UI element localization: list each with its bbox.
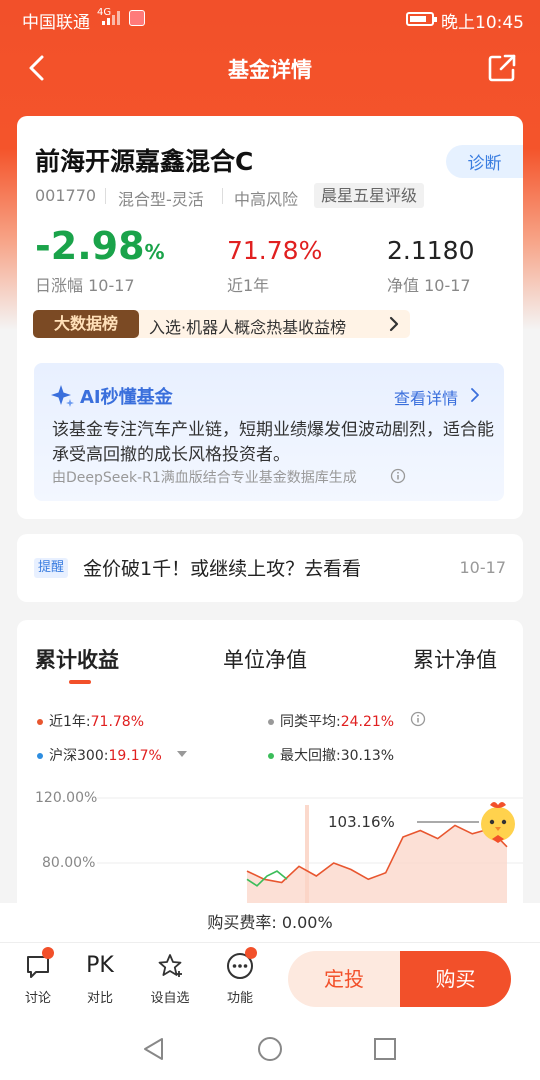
ai-source: 由DeepSeek-R1满血版结合专业基金数据库生成 <box>52 470 357 486</box>
tab-cumulative-nav[interactable]: 累计净值 <box>413 644 497 674</box>
star-plus-icon <box>158 954 182 977</box>
back-triangle-icon[interactable] <box>141 1036 167 1062</box>
legend-fund-label: 近1年: <box>49 714 91 730</box>
app-header: 基金详情 <box>0 40 540 96</box>
legend-drawdown-value: 30.13% <box>340 748 395 764</box>
pk-icon: PK <box>86 953 114 978</box>
sparkle-icon <box>51 385 74 407</box>
daily-change-label: 日涨幅 10-17 <box>35 276 135 295</box>
peak-label: 103.16% <box>328 813 395 831</box>
ai-title: AI秒懂基金 <box>80 387 173 408</box>
caret-down-icon[interactable] <box>177 751 187 757</box>
clock: 晚上10:45 <box>441 13 524 33</box>
legend-dot <box>268 753 274 759</box>
risk-level: 中高风险 <box>234 190 299 209</box>
active-tab-indicator <box>69 680 91 684</box>
ai-summary-box[interactable]: AI秒懂基金 查看详情 该基金专注汽车产业链，短期业绩爆发但波动剧烈，适合能承受… <box>34 363 504 501</box>
mascot-chick-icon[interactable] <box>472 795 524 847</box>
compare-label: 对比 <box>86 991 113 1006</box>
daily-change-unit: % <box>144 240 165 264</box>
fund-summary-card: 前海开源嘉鑫混合C 诊断 001770 混合型-灵活 中高风险 晨星五星评级 -… <box>17 116 523 519</box>
legend-drawdown-label: 最大回撤: <box>280 748 341 764</box>
auto-invest-button[interactable]: 定投 <box>288 951 400 1007</box>
info-icon[interactable] <box>410 711 426 727</box>
year-return-label: 近1年 <box>227 276 270 295</box>
rank-text: 入选·机器人概念热基收益榜 <box>149 318 347 337</box>
notice-badge: 提醒 <box>34 558 69 578</box>
notification-icon <box>129 10 145 26</box>
add-watchlist-button[interactable]: 设自选 <box>140 951 200 1006</box>
home-circle-icon[interactable] <box>257 1036 283 1062</box>
add-watchlist-label: 设自选 <box>150 991 190 1006</box>
notice-card[interactable]: 提醒 金价破1千！或继续上攻？去看看 10-17 <box>17 534 523 602</box>
fund-type: 混合型-灵活 <box>118 190 204 209</box>
y-tick-label: 120.00% <box>35 790 98 806</box>
fund-name: 前海开源嘉鑫混合C <box>35 147 254 176</box>
chevron-right-icon <box>389 316 399 332</box>
tab-unit-nav[interactable]: 单位净值 <box>223 644 307 674</box>
carrier-name: 中国联通 <box>22 13 90 33</box>
ai-more-link[interactable]: 查看详情 <box>394 385 458 409</box>
compare-button[interactable]: PK 对比 <box>70 951 130 1006</box>
performance-chart-card: 累计收益 单位净值 累计净值 近1年:71.78% 同类平均:24.21% 沪深… <box>17 620 523 920</box>
big-data-rank-tag: 大数据榜 <box>33 310 139 338</box>
recents-square-icon[interactable] <box>372 1036 398 1062</box>
nav-value: 2.1180 <box>387 236 475 265</box>
legend-dot <box>37 753 43 759</box>
status-bar: 中国联通 4G 晚上10:45 <box>0 0 540 38</box>
legend-fund: 近1年:71.78% <box>37 711 144 731</box>
daily-change-value: -2.98 <box>35 224 145 268</box>
performance-chart[interactable] <box>97 790 523 920</box>
unread-dot <box>245 947 257 959</box>
diagnose-button[interactable]: 诊断 <box>446 145 523 178</box>
battery-icon <box>406 12 437 26</box>
legend-peer: 同类平均:24.21% <box>268 711 394 731</box>
more-functions-label: 功能 <box>226 991 253 1006</box>
rank-banner[interactable]: 大数据榜 入选·机器人概念热基收益榜 <box>33 310 410 338</box>
notice-text: 金价破1千！或继续上攻？去看看 <box>83 558 362 580</box>
divider <box>105 188 106 204</box>
legend-fund-value: 71.78% <box>90 714 145 730</box>
daily-change: -2.98% <box>35 224 165 268</box>
legend-index-label: 沪深300: <box>49 748 109 764</box>
discuss-label: 讨论 <box>24 991 51 1006</box>
legend-dot <box>268 719 274 725</box>
rating-tag: 晨星五星评级 <box>314 183 425 208</box>
chevron-right-icon <box>471 388 479 402</box>
system-nav-bar <box>0 1018 540 1080</box>
ai-description: 该基金专注汽车产业链，短期业绩爆发但波动剧烈，适合能承受高回撤的成长风格投资者。 <box>52 420 494 465</box>
legend-index[interactable]: 沪深300:19.17% <box>37 745 162 765</box>
legend-peer-label: 同类平均: <box>280 714 341 730</box>
page-title: 基金详情 <box>228 58 312 82</box>
info-icon[interactable] <box>390 468 406 484</box>
notice-date: 10-17 <box>459 558 507 577</box>
signal-icon <box>102 11 120 25</box>
discuss-button[interactable]: 讨论 <box>8 951 68 1006</box>
fund-code: 001770 <box>35 186 97 205</box>
legend-dot <box>37 719 43 725</box>
legend-peer-value: 24.21% <box>340 714 395 730</box>
buy-button[interactable]: 购买 <box>400 951 511 1007</box>
nav-label: 净值 10-17 <box>387 276 471 295</box>
purchase-fee: 购买费率: 0.00% <box>0 903 540 943</box>
more-functions-button[interactable]: 功能 <box>210 951 270 1006</box>
legend-drawdown: 最大回撤:30.13% <box>268 745 394 765</box>
action-bar: 讨论 PK 对比 设自选 功能 定投 购买 <box>0 943 540 1018</box>
tab-cumulative-return[interactable]: 累计收益 <box>35 644 119 674</box>
y-tick-label: 80.00% <box>42 855 96 871</box>
year-return-value: 71.78% <box>227 236 323 265</box>
share-icon[interactable] <box>484 50 520 86</box>
legend-index-value: 19.17% <box>108 748 162 764</box>
divider <box>222 188 223 204</box>
unread-dot <box>42 947 54 959</box>
